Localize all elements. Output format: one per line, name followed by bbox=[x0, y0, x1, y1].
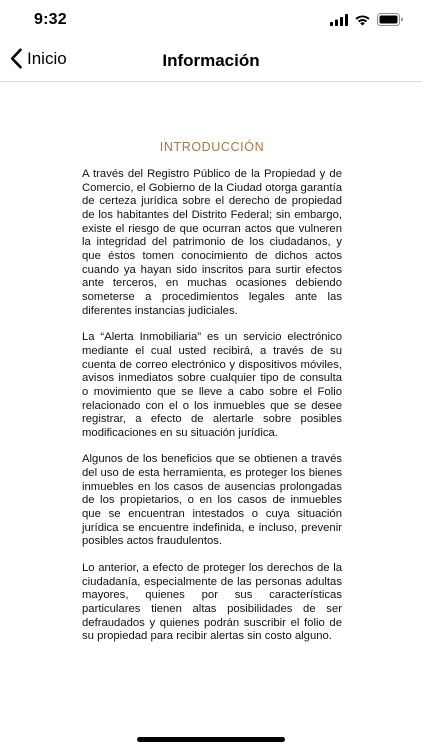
paragraph: Lo anterior, a efecto de proteger los de… bbox=[82, 562, 342, 643]
status-icons bbox=[330, 13, 404, 26]
paragraph: Algunos de los beneficios que se obtiene… bbox=[82, 453, 342, 548]
status-bar: 9:32 bbox=[0, 0, 422, 44]
article: INTRODUCCIÓN A través del Registro Públi… bbox=[82, 140, 342, 657]
status-time: 9:32 bbox=[34, 11, 67, 28]
battery-icon bbox=[377, 13, 403, 26]
signal-icon bbox=[330, 13, 348, 26]
navigation-bar: Inicio Información bbox=[0, 44, 422, 82]
section-heading: INTRODUCCIÓN bbox=[159, 140, 265, 154]
paragraph: La “Alerta Inmobiliaria” es un servicio … bbox=[82, 331, 342, 439]
page-title: Información bbox=[162, 51, 260, 70]
paragraph: A través del Registro Público de la Prop… bbox=[82, 168, 342, 317]
home-indicator[interactable] bbox=[137, 737, 285, 742]
wifi-icon bbox=[355, 14, 370, 25]
